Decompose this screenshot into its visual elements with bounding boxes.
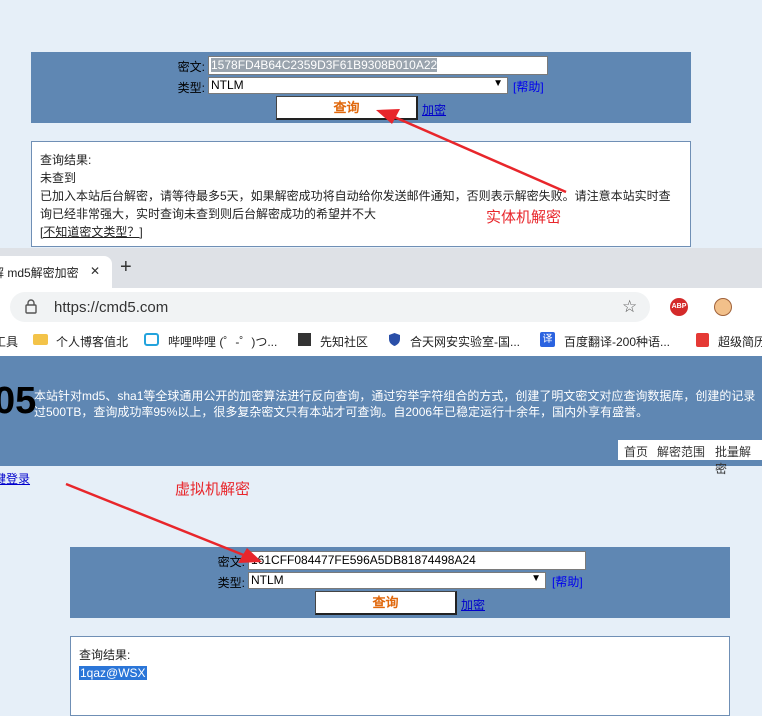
annotation-arrows xyxy=(65,109,567,563)
bottom-arrow-icon xyxy=(65,482,262,563)
top-arrow-icon xyxy=(376,109,567,194)
